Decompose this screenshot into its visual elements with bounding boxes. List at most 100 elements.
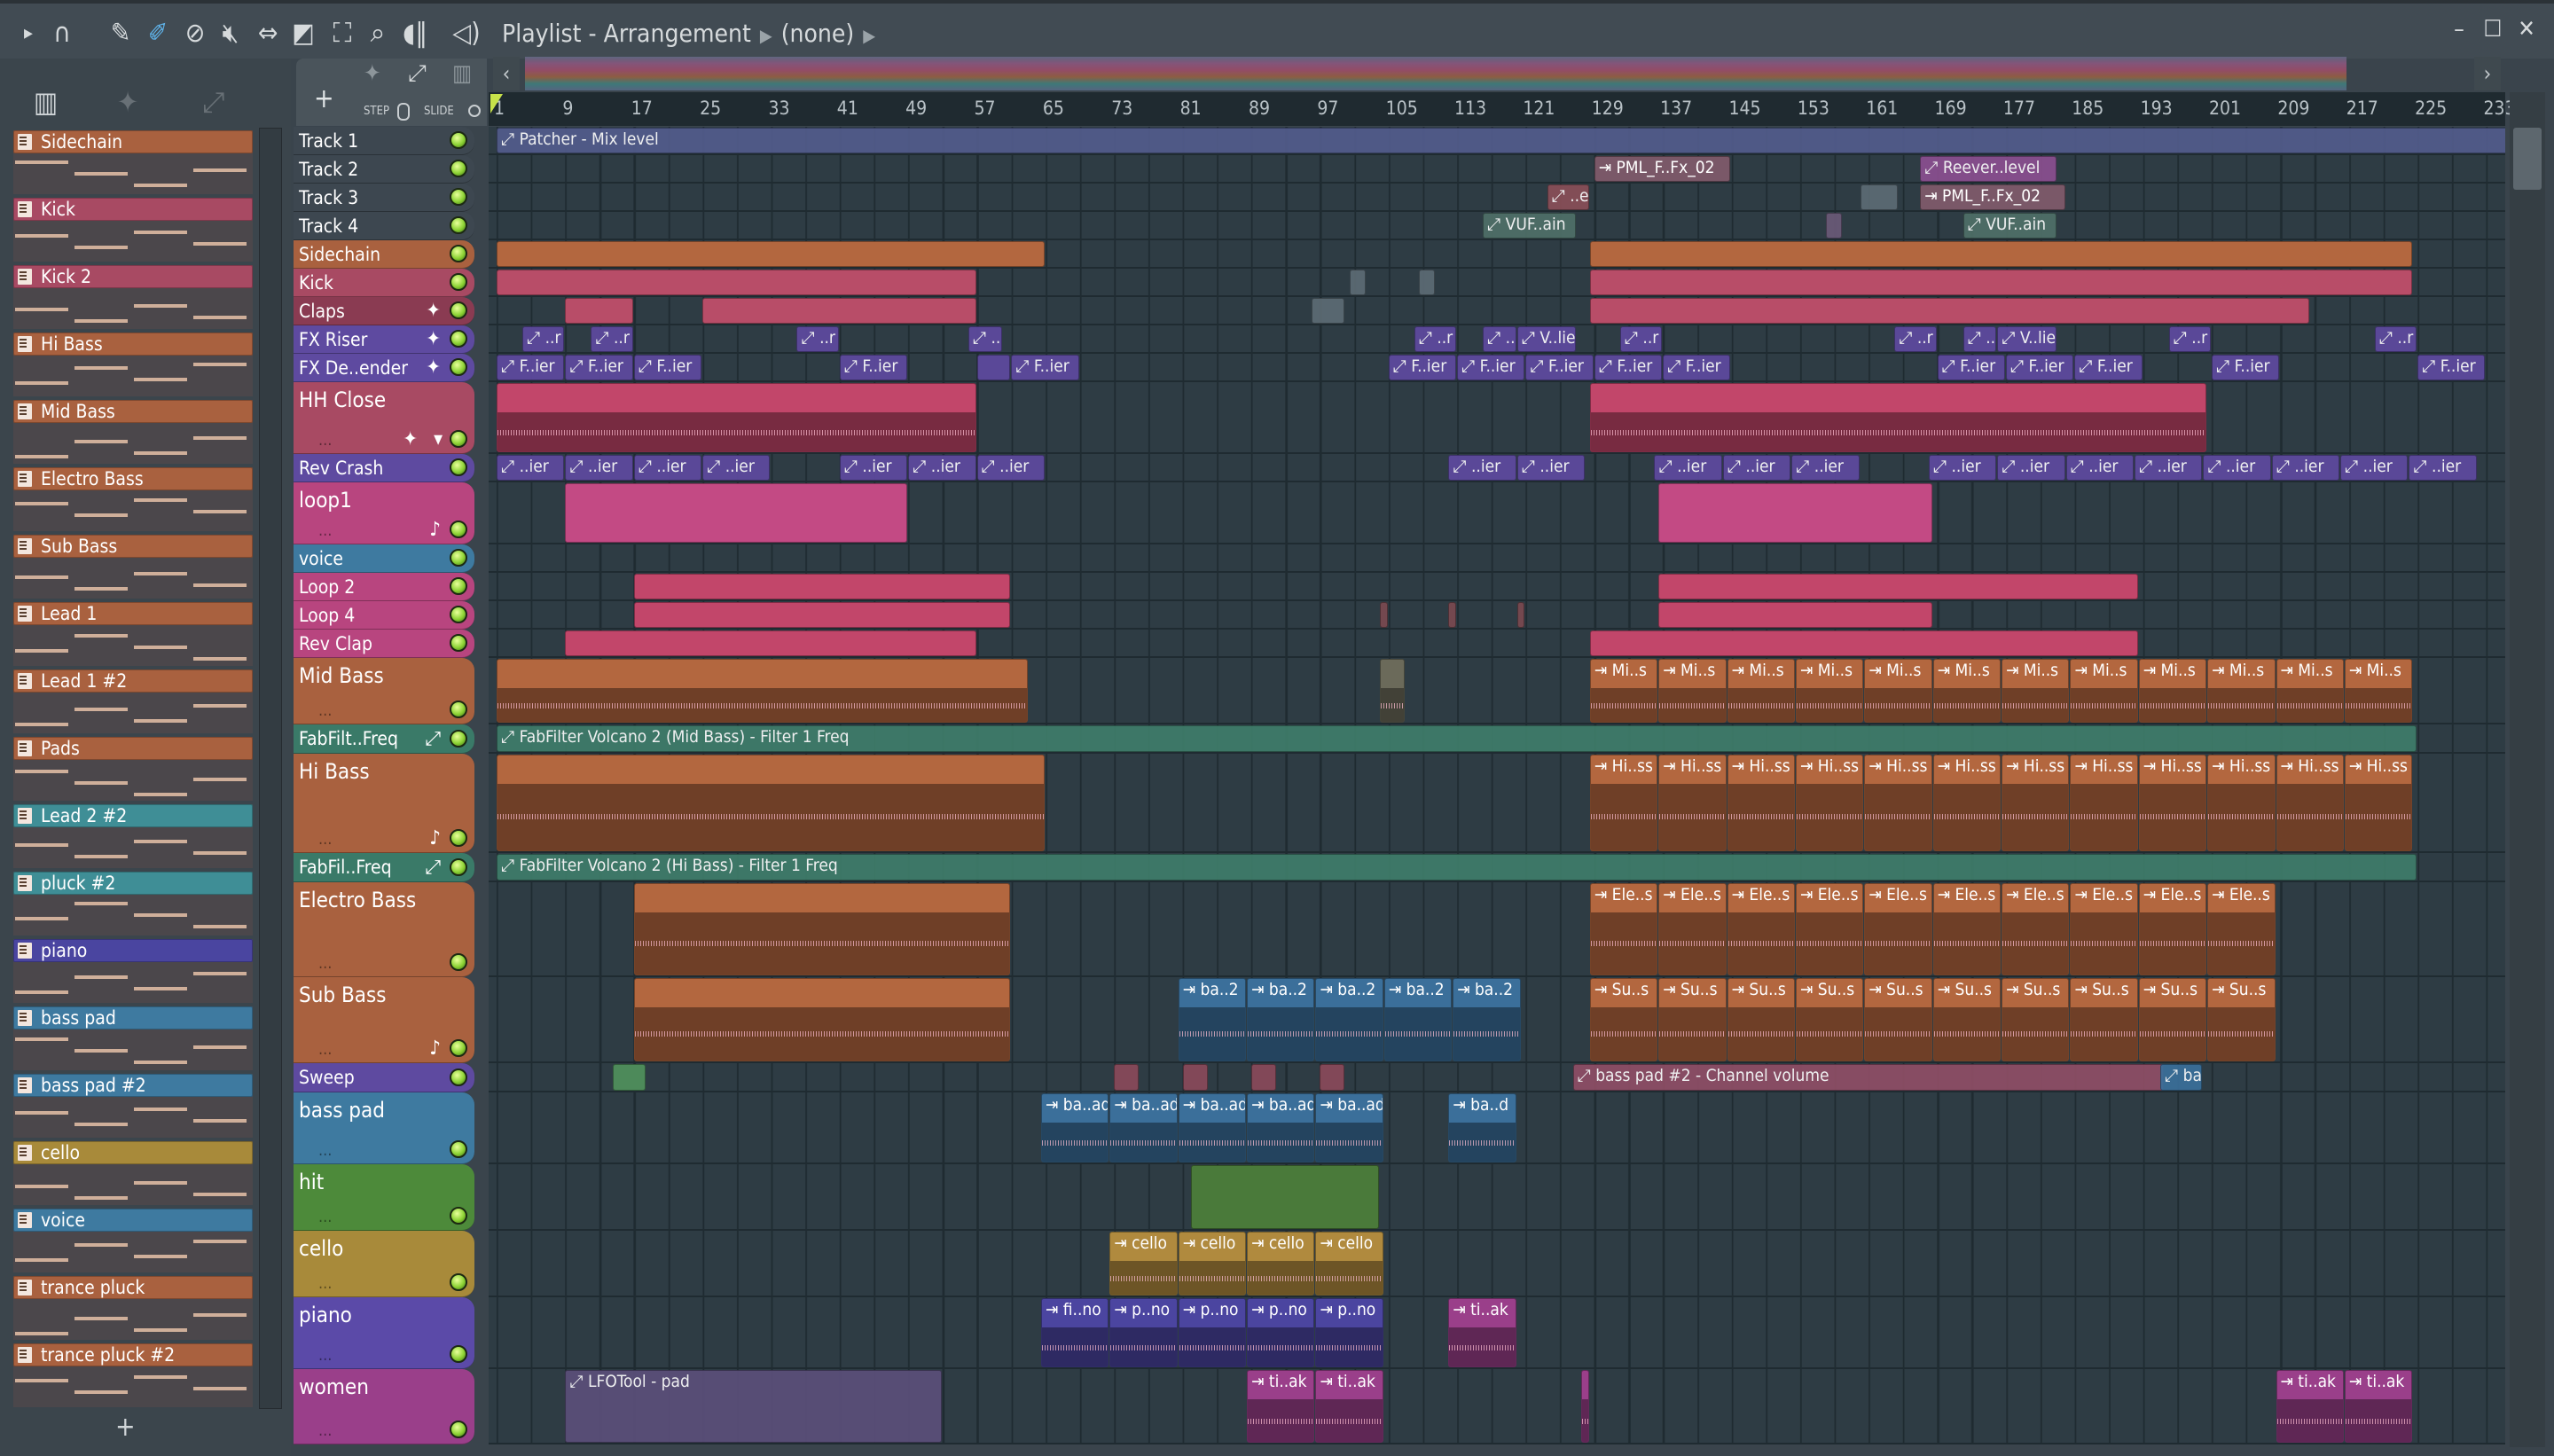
track-lane[interactable]: ⤢ LFOTool - pad ⇥ ti..ak ⇥ ti..ak ⇥ ti..ak ⇥… (489, 1369, 2505, 1444)
clip[interactable] (1182, 1064, 1208, 1091)
clip[interactable]: ⇥ PML_F..Fx_02 (1920, 184, 2065, 210)
track-options-dots[interactable]: ... (318, 1421, 332, 1440)
pattern-item[interactable]: Lead 1 #2 (13, 669, 253, 733)
track-mute-led[interactable] (450, 1273, 467, 1291)
clip[interactable]: ⤢ ..ier (1928, 455, 1997, 481)
clip[interactable]: ⇥ PML_F..Fx_02 (1594, 156, 1731, 182)
clip[interactable]: ⤢ ..ier (1791, 455, 1860, 481)
clip[interactable]: ⇥ Mi..s (2276, 659, 2344, 723)
clip[interactable]: ⇥ Ele..s (2002, 883, 2070, 975)
clip[interactable] (1114, 1064, 1140, 1091)
automation-icon[interactable]: ⤢ (202, 85, 225, 120)
track-header-kick[interactable]: Kick (294, 269, 474, 297)
track-header-cello[interactable]: cello... (294, 1231, 474, 1297)
clip[interactable]: ⇥ Hi..ss (2207, 755, 2276, 851)
clip[interactable]: ⤢ ..r (1414, 326, 1457, 352)
clip[interactable]: ⇥ p..no (1247, 1298, 1315, 1367)
clip[interactable]: ⤢ ..r (522, 326, 565, 352)
clip[interactable]: ⇥ Hi..ss (1932, 755, 2002, 851)
clip[interactable] (1311, 298, 1345, 324)
clip[interactable]: ⤢ F..ier (1388, 355, 1457, 380)
add-track-button[interactable]: + (314, 83, 334, 114)
clip[interactable]: ⤢ F..ier (1663, 355, 1731, 380)
pattern-item[interactable]: Pads (13, 737, 253, 801)
track-mute-led[interactable] (450, 301, 467, 319)
clip[interactable]: ⇥ cello (1247, 1232, 1315, 1296)
pattern-item[interactable]: bass pad (13, 1006, 253, 1070)
track-lane[interactable] (489, 482, 2505, 544)
pattern-item[interactable]: Lead 1 (13, 602, 253, 666)
pattern-item[interactable]: Hi Bass (13, 333, 253, 396)
clip[interactable] (1516, 602, 1525, 628)
track-mute-led[interactable] (450, 1421, 467, 1438)
step-slide-toggle[interactable] (397, 103, 410, 121)
track-options-dots[interactable]: ... (318, 431, 332, 450)
clip[interactable]: ⤢ F..ier (1011, 355, 1079, 380)
clip[interactable]: ⤢ F..ier (1594, 355, 1663, 380)
track-name[interactable]: voice (299, 548, 343, 569)
track-lane[interactable] (489, 240, 2505, 269)
audio-wave-icon[interactable]: ✦ (117, 85, 138, 119)
track-header-mid-bass[interactable]: Mid Bass... (294, 658, 474, 724)
clip[interactable]: ⇥ cello (1109, 1232, 1178, 1296)
track-lane[interactable]: ⇥ Ele..s ⇥ Ele..s ⇥ Ele..s ⇥ Ele..s ⇥ Ele..s… (489, 882, 2505, 977)
track-name[interactable]: Sub Bass (299, 982, 387, 1007)
pattern-item[interactable]: pluck #2 (13, 872, 253, 935)
track-header-fx-de-ender[interactable]: FX De..ender ✦ (294, 354, 474, 382)
track-mute-led[interactable] (450, 188, 467, 206)
clip[interactable]: ⇥ Mi..s (1932, 659, 2002, 723)
track-name[interactable]: women (299, 1374, 369, 1399)
clip[interactable]: ⤢ ..r (591, 326, 633, 352)
clip[interactable]: ⇥ Su..s (2002, 978, 2070, 1061)
track-header-women[interactable]: women... (294, 1369, 474, 1444)
clip[interactable]: ⇥ Ele..s (1932, 883, 2002, 975)
track-options-dots[interactable]: ... (318, 701, 332, 720)
track-name[interactable]: Track 4 (299, 215, 358, 237)
clip[interactable]: ⇥ Su..s (1864, 978, 1932, 1061)
track-lane[interactable]: ⤢ bass pad #2 - Channel volume ⤢ ba..2 (489, 1063, 2505, 1092)
track-header-sweep[interactable]: Sweep (294, 1063, 474, 1092)
clip[interactable]: ⤢ ..ier (1997, 455, 2065, 481)
clip[interactable]: ⤢ ..ier (1448, 455, 1516, 481)
clip[interactable]: ⤢ ..ier (633, 455, 702, 481)
track-lane[interactable] (489, 544, 2505, 573)
clip[interactable]: ⤢ V..lier (1516, 326, 1577, 352)
track-name[interactable]: Loop 4 (299, 605, 355, 626)
track-name[interactable]: FX De..ender (299, 357, 408, 379)
clip[interactable]: ⤢ ba..2 (2159, 1064, 2203, 1091)
clip[interactable] (633, 978, 1011, 1061)
paint-icon[interactable]: ✐ (142, 16, 174, 51)
track-mute-led[interactable] (450, 216, 467, 234)
track-header-track-4[interactable]: Track 4 (294, 212, 474, 240)
clip[interactable]: ⇥ Mi..s (1864, 659, 1932, 723)
clip[interactable]: ⇥ Mi..s (1658, 659, 1727, 723)
track-header-fabfilt-freq[interactable]: FabFilt..Freq ⤢ (294, 724, 474, 754)
clip[interactable] (497, 755, 1045, 851)
clip[interactable]: ⇥ ba..2 (1453, 978, 1521, 1061)
track-mute-led[interactable] (450, 245, 467, 262)
clip[interactable]: ⇥ Hi..ss (2138, 755, 2207, 851)
clip[interactable]: ⤢ ..r (1894, 326, 1937, 352)
clip[interactable]: ⤢ ..ier (2271, 455, 2340, 481)
clip[interactable] (1658, 602, 1932, 628)
pattern-item[interactable]: voice (13, 1209, 253, 1272)
clip[interactable]: ⤢ VUF..ain (1963, 213, 2057, 239)
track-name[interactable]: HH Close (299, 387, 386, 412)
clip[interactable]: ⤢ F..ier (1457, 355, 1525, 380)
clip[interactable]: ⤢ ..ier (2203, 455, 2271, 481)
pattern-item[interactable]: Kick (13, 198, 253, 262)
clip[interactable]: ⤢ ..e (1547, 184, 1589, 210)
clip[interactable]: ⇥ Mi..s (1727, 659, 1795, 723)
clip[interactable]: ⇥ Su..s (1589, 978, 1658, 1061)
minimize-button[interactable]: – (2446, 16, 2472, 43)
clip[interactable]: ⇥ cello (1315, 1232, 1383, 1296)
track-name[interactable]: hit (299, 1170, 324, 1194)
clip[interactable]: ⤢ V..lier (1997, 326, 2057, 352)
track-lane[interactable] (489, 269, 2505, 297)
track-header-hh-close[interactable]: HH Close ✦ ▾... (294, 382, 474, 454)
clip[interactable]: ⤢ FabFilter Volcano 2 (Mid Bass) - Filte… (497, 725, 2417, 752)
clip[interactable] (1581, 1370, 1589, 1443)
clip[interactable]: ⤢ F..ier (1525, 355, 1594, 380)
clip[interactable]: ⤢ FabFilter Volcano 2 (Hi Bass) - Filter… (497, 854, 2417, 881)
clip[interactable] (1589, 270, 2413, 295)
